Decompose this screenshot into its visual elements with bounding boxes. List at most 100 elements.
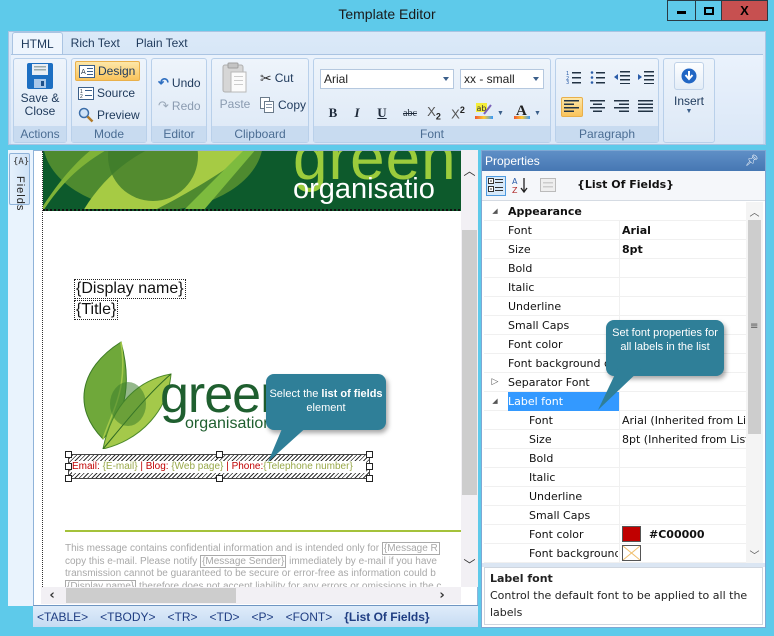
close-button[interactable]: X — [721, 0, 768, 21]
property-row[interactable]: Italic — [484, 278, 747, 297]
property-row[interactable]: Underline — [484, 297, 747, 316]
property-value[interactable]: 8pt — [619, 240, 747, 259]
maximize-button[interactable] — [695, 0, 722, 21]
property-value[interactable]: 8pt (Inherited from List Of Fields) — [619, 430, 747, 449]
save-close-button[interactable]: Save & Close — [17, 62, 63, 124]
source-mode-button[interactable]: 12 Source — [78, 84, 135, 102]
resize-handle-ne[interactable] — [366, 451, 373, 458]
property-row[interactable]: ◢ Appearance — [484, 202, 747, 221]
title-field[interactable]: {Title} — [74, 300, 119, 320]
tab-rich-text[interactable]: Rich Text — [63, 32, 128, 54]
tag-font[interactable]: <FONT> — [286, 610, 333, 624]
justify-button[interactable] — [635, 97, 657, 117]
paste-button[interactable]: Paste — [216, 62, 254, 124]
align-left-button[interactable] — [561, 97, 583, 117]
undo-button[interactable]: ↶ Undo — [158, 74, 201, 92]
scroll-down-icon[interactable]: ﹀ — [746, 547, 763, 562]
property-row[interactable]: Font background color — [484, 544, 747, 563]
underline-button[interactable]: U — [372, 103, 392, 123]
property-value[interactable] — [619, 449, 747, 468]
property-row[interactable]: Size 8pt — [484, 240, 747, 259]
font-name-select[interactable]: Arial — [320, 69, 454, 89]
highlight-color-button[interactable]: ab ▼ — [472, 103, 506, 123]
resize-handle-nw[interactable] — [65, 451, 72, 458]
property-value[interactable] — [619, 259, 747, 278]
subscript-button[interactable]: X2 — [424, 103, 444, 123]
tag-tr[interactable]: <TR> — [168, 610, 198, 624]
property-value[interactable] — [619, 468, 747, 487]
property-row[interactable]: Bold — [484, 259, 747, 278]
tag-current[interactable]: {List Of Fields} — [344, 610, 429, 624]
message-recipient-field[interactable]: {Message R — [381, 542, 440, 555]
resize-handle-w[interactable] — [65, 463, 72, 470]
design-mode-button[interactable]: A Design — [75, 61, 140, 81]
property-row[interactable]: Font color #C00000 — [484, 525, 747, 544]
tag-tbody[interactable]: <TBODY> — [100, 610, 155, 624]
property-row[interactable]: Underline — [484, 487, 747, 506]
collapse-icon[interactable]: ◢ — [484, 392, 506, 411]
property-value[interactable] — [619, 487, 747, 506]
numbered-list-button[interactable]: 123 — [563, 68, 585, 88]
resize-handle-sw[interactable] — [65, 475, 72, 482]
property-value[interactable] — [619, 297, 747, 316]
scroll-up-icon[interactable]: ︿ — [746, 204, 763, 219]
resize-handle-se[interactable] — [366, 475, 373, 482]
property-value[interactable] — [619, 506, 747, 525]
alphabetical-button[interactable]: AZ — [510, 176, 530, 196]
tag-td[interactable]: <TD> — [210, 610, 240, 624]
font-color-button[interactable]: A ▼ — [510, 103, 544, 123]
property-grid-scrollbar[interactable]: ︿ ≡ ﹀ — [746, 202, 763, 563]
copy-button[interactable]: Copy — [260, 96, 306, 114]
property-row[interactable]: Size 8pt (Inherited from List Of Fields) — [484, 430, 747, 449]
scroll-left-icon[interactable]: ‹ — [45, 587, 59, 604]
property-row[interactable]: Bold — [484, 449, 747, 468]
insert-button[interactable]: Insert ▼ — [668, 62, 710, 140]
property-row[interactable]: Font Arial (Inherited from List Of Fields… — [484, 411, 747, 430]
pin-icon[interactable]: 📌︎ — [745, 151, 759, 171]
property-value[interactable] — [619, 544, 747, 563]
property-row[interactable]: Small Caps — [484, 506, 747, 525]
bold-button[interactable]: B — [323, 103, 343, 123]
property-row[interactable]: Font Arial — [484, 221, 747, 240]
preview-mode-button[interactable]: Preview — [78, 106, 140, 124]
superscript-button[interactable]: X2 — [448, 103, 468, 123]
expand-icon[interactable]: ▷ — [484, 373, 506, 392]
scroll-right-icon[interactable]: › — [435, 587, 449, 604]
tab-html[interactable]: HTML — [12, 32, 63, 54]
message-sender-field[interactable]: {Message Sender} — [200, 554, 287, 568]
scrollbar-thumb[interactable] — [66, 588, 236, 603]
strikethrough-button[interactable]: abc — [398, 103, 422, 123]
scrollbar-thumb[interactable] — [462, 230, 477, 495]
scroll-up-icon[interactable]: ︿ — [463, 164, 476, 178]
property-value[interactable] — [619, 278, 747, 297]
list-of-fields-element[interactable]: Email: {E-mail} | Blog: {Web page} | Pho… — [65, 451, 373, 482]
property-pages-button[interactable] — [538, 176, 558, 196]
align-right-button[interactable] — [611, 97, 633, 117]
editor-content[interactable]: green organisatio {Display name} {Title}… — [42, 151, 462, 589]
tag-p[interactable]: <P> — [252, 610, 274, 624]
fields-panel-tab[interactable]: {A} Fields — [9, 153, 30, 211]
design-editor[interactable]: green organisatio {Display name} {Title}… — [33, 150, 478, 606]
editor-horizontal-scrollbar[interactable]: ‹ › — [41, 587, 461, 604]
font-size-select[interactable]: xx - small — [460, 69, 544, 89]
increase-indent-button[interactable] — [635, 68, 657, 88]
resize-handle-e[interactable] — [366, 463, 373, 470]
property-row[interactable]: Italic — [484, 468, 747, 487]
bullet-list-button[interactable] — [587, 68, 609, 88]
property-value[interactable]: Arial (Inherited from List Of Fields) — [619, 411, 747, 430]
italic-button[interactable]: I — [347, 103, 367, 123]
resize-handle-n[interactable] — [216, 451, 223, 458]
display-name-field[interactable]: {Display name} — [74, 279, 186, 299]
tag-table[interactable]: <TABLE> — [37, 610, 88, 624]
property-value[interactable]: Arial — [619, 221, 747, 240]
align-center-button[interactable] — [587, 97, 609, 117]
cut-button[interactable]: ✂ Cut — [260, 69, 293, 87]
categorized-button[interactable] — [486, 176, 506, 196]
redo-button[interactable]: ↷ Redo — [158, 97, 201, 115]
property-value[interactable]: #C00000 — [619, 525, 747, 544]
minimize-button[interactable] — [667, 0, 696, 21]
collapse-icon[interactable]: ◢ — [484, 202, 506, 221]
tab-plain-text[interactable]: Plain Text — [128, 32, 196, 54]
scroll-down-icon[interactable]: ﹀ — [463, 558, 476, 572]
editor-vertical-scrollbar[interactable]: ︿ ﹀ — [461, 150, 478, 587]
